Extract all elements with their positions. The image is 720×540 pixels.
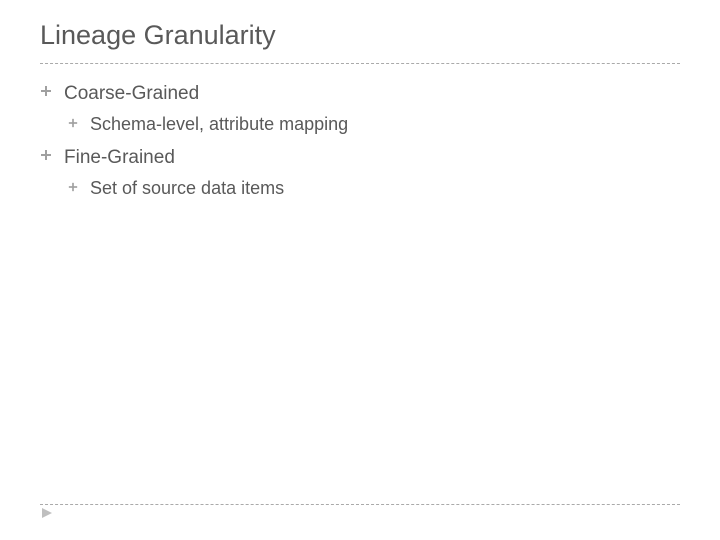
bullet-icon	[68, 113, 78, 134]
divider-top	[40, 63, 680, 64]
list-item-label: Schema-level, attribute mapping	[90, 113, 348, 136]
bullet-icon	[68, 177, 78, 198]
bullet-list: Coarse-Grained Schema-level, attribute m…	[40, 82, 680, 200]
list-item-label: Fine-Grained	[64, 146, 175, 171]
bullet-icon	[40, 146, 52, 168]
list-item-label: Coarse-Grained	[64, 82, 199, 107]
page-title: Lineage Granularity	[40, 20, 680, 57]
list-item: Set of source data items	[68, 177, 680, 200]
list-item-label: Set of source data items	[90, 177, 284, 200]
list-item: Schema-level, attribute mapping	[68, 113, 680, 136]
divider-bottom	[40, 504, 680, 505]
bullet-icon	[40, 82, 52, 104]
list-item: Coarse-Grained	[40, 82, 680, 107]
slide-content: Lineage Granularity Coarse-Grained Schem…	[0, 0, 720, 230]
play-icon	[40, 506, 54, 520]
list-item: Fine-Grained	[40, 146, 680, 171]
